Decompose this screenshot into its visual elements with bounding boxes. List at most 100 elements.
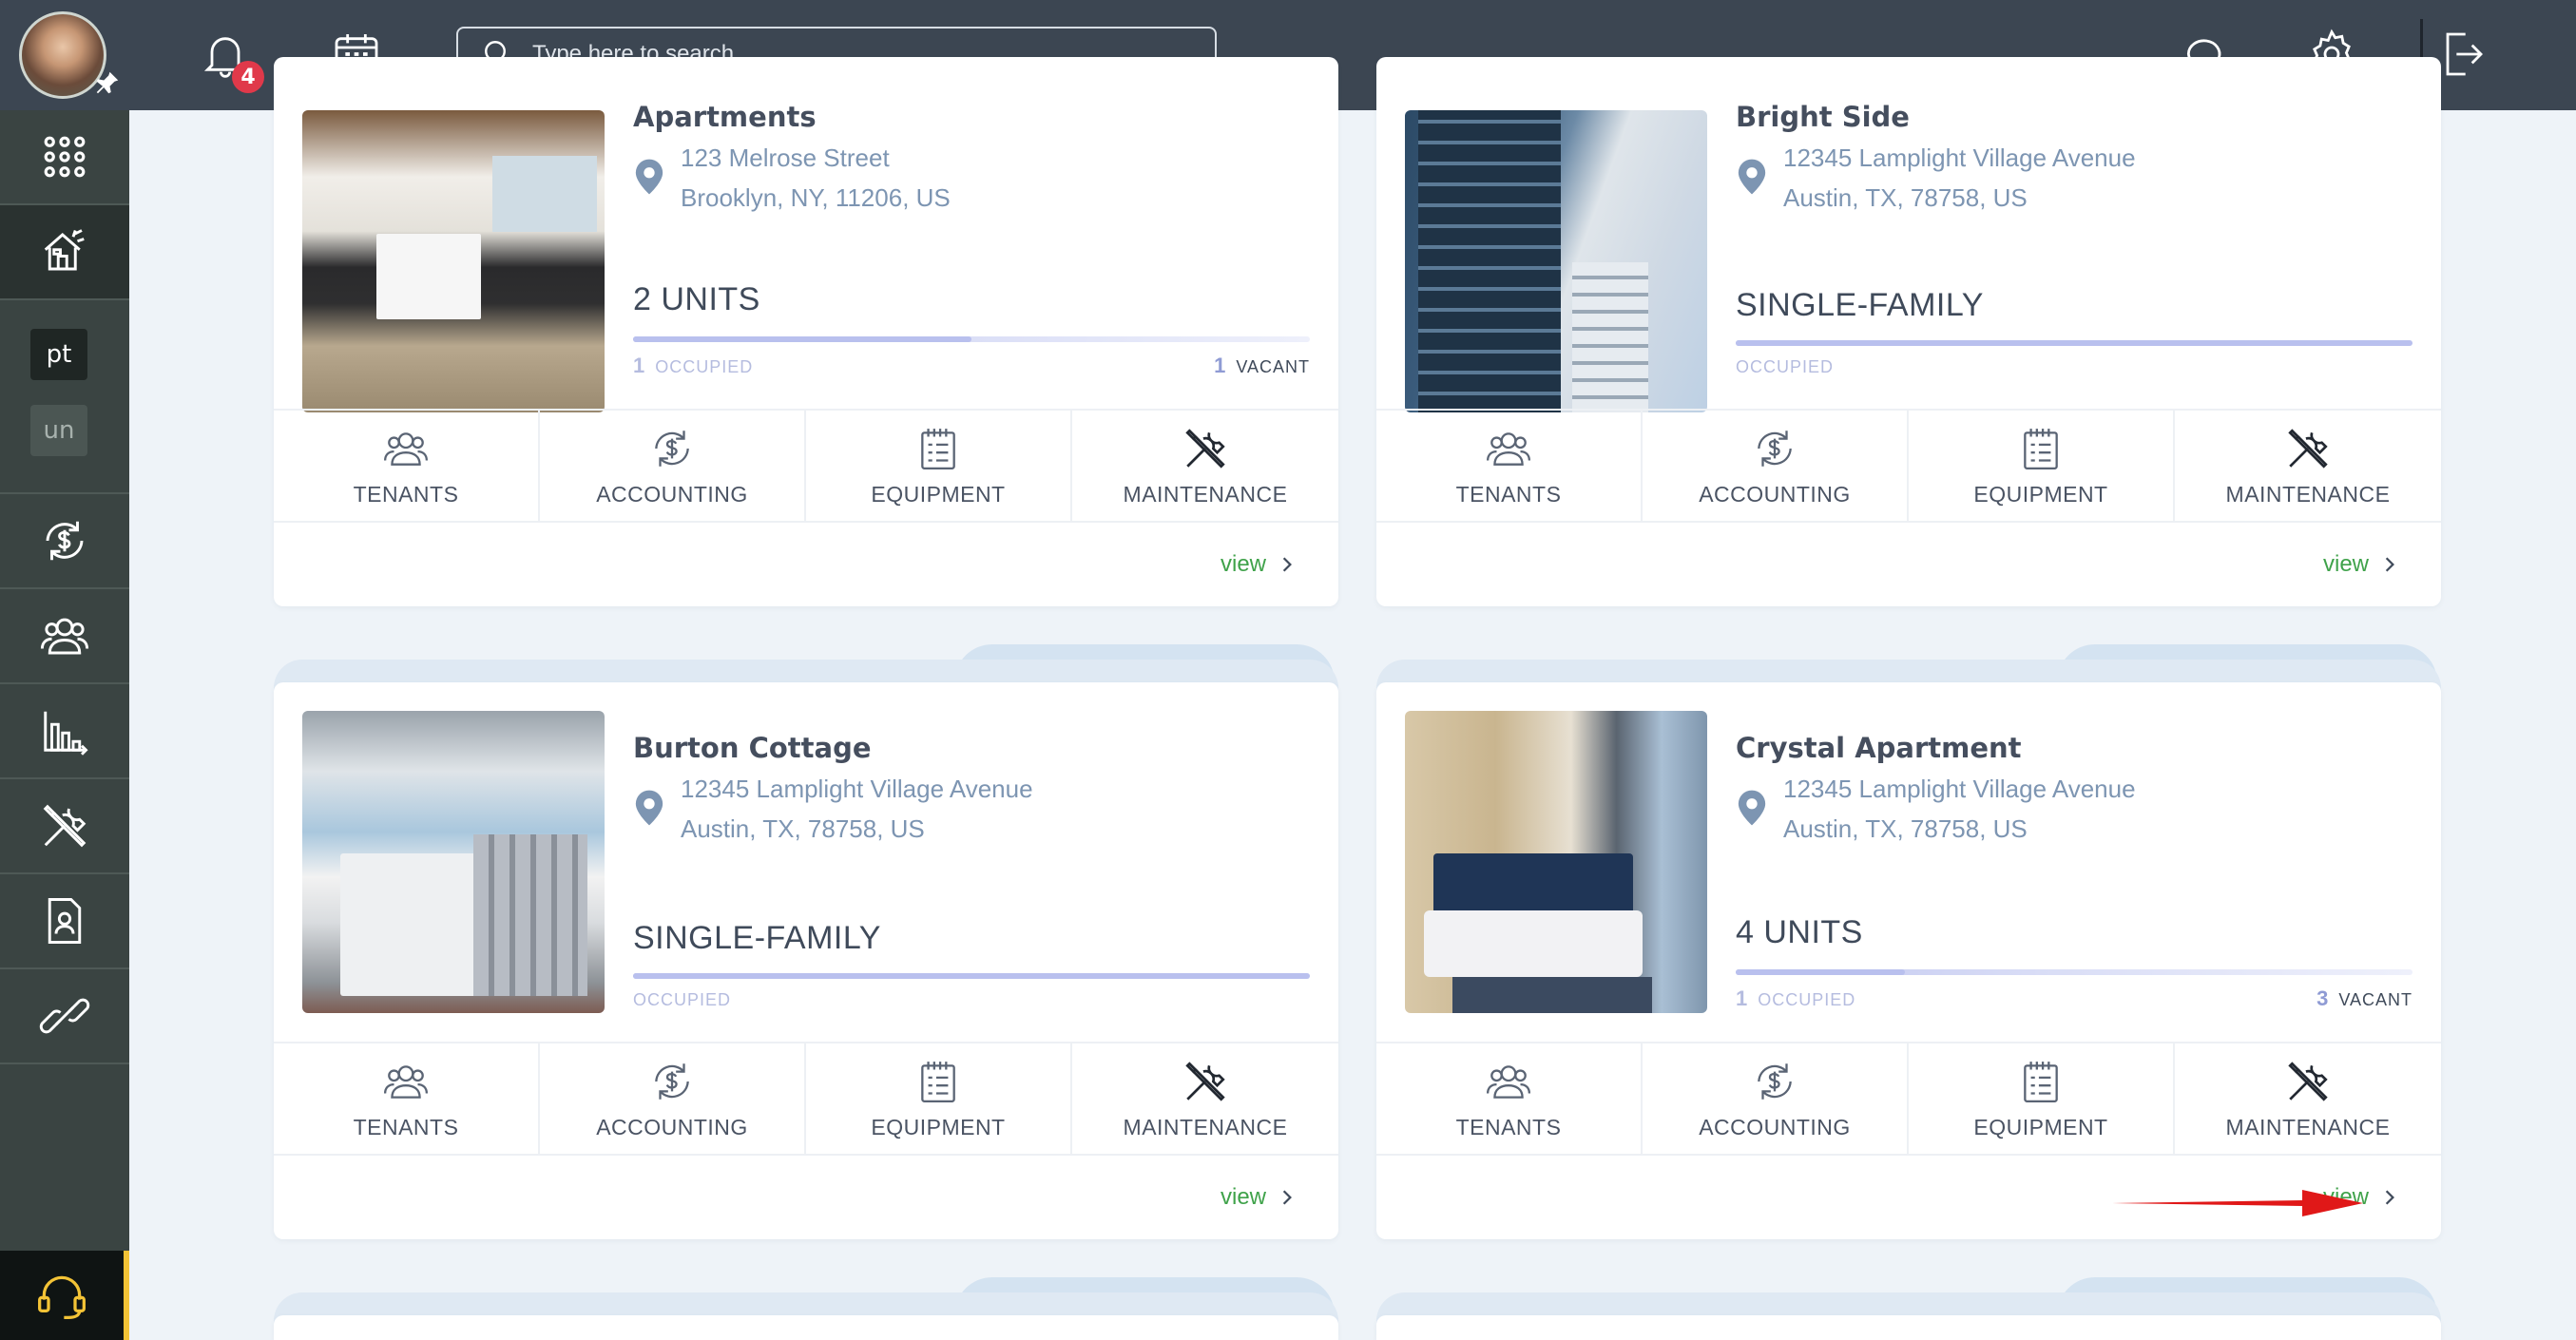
property-name[interactable]: Burton Cottage [633,732,872,764]
sidebar-item-properties[interactable] [0,205,129,300]
tools-icon [43,804,87,848]
tools-icon [2288,1061,2328,1101]
location-pin-icon [635,790,663,826]
accounting-action[interactable]: ACCOUNTING [540,1043,806,1154]
logout-icon [2446,32,2483,76]
view-link[interactable]: view [1221,551,1295,578]
grid-icon [44,136,86,178]
address-line2: Austin, TX, 78758, US [1783,814,2028,843]
address-line2: Austin, TX, 78758, US [681,814,925,843]
tenants-icon [383,431,429,466]
equipment-label: EQUIPMENT [871,1114,1006,1139]
tools-icon [1185,1061,1225,1101]
equipment-action[interactable]: EQUIPMENT [806,411,1072,521]
location-pin-icon [635,159,663,195]
location-pin-icon [1738,790,1766,826]
property-photo[interactable] [302,711,605,1013]
sidebar-item-reports[interactable] [0,684,129,779]
tenants-action[interactable]: TENANTS [274,411,540,521]
property-card: Burton Cottage 12345 Lamplight Village A… [274,682,1338,1239]
contact-document-icon [48,898,82,944]
view-label: view [2322,551,2369,577]
bar-chart-icon [44,711,88,756]
occupied-text: OCCUPIED [633,990,732,1009]
view-link[interactable]: view [1221,1184,1295,1211]
equipment-action[interactable]: EQUIPMENT [1909,1043,2175,1154]
pin-icon[interactable] [93,68,122,97]
tenants-icon [1486,431,1531,466]
vacant-text: VACANT [1236,357,1310,376]
address-line1: 123 Melrose Street [681,144,890,172]
address-line1: 12345 Lamplight Village Avenue [681,775,1033,803]
sidebar-item-documents[interactable] [0,874,129,969]
dollar-cycle-icon [655,1062,689,1100]
card-actions: TENANTS ACCOUNTING EQUIPMENT MAINTENANCE [1376,409,2441,523]
dollar-cycle-icon [655,430,689,467]
chevron-right-icon [1282,1190,1292,1205]
equipment-label: EQUIPMENT [871,481,1006,507]
occupancy-bar [1736,969,2413,975]
maintenance-action[interactable]: MAINTENANCE [2175,411,2441,521]
tenants-label: TENANTS [353,1114,459,1139]
occupied-count: 1 [633,354,646,377]
property-photo[interactable] [1405,711,1707,1013]
accounting-label: ACCOUNTING [596,481,748,507]
property-name[interactable]: Apartments [633,101,817,133]
maintenance-action[interactable]: MAINTENANCE [1072,1043,1338,1154]
card-actions: TENANTS ACCOUNTING EQUIPMENT MAINTENANCE [274,1042,1338,1156]
property-photo[interactable] [302,110,605,412]
occupied-text: OCCUPIED [1758,990,1856,1009]
occupied-label: 1 OCCUPIED [633,354,753,378]
unit-type: 4 UNITS [1736,914,1863,950]
chevron-right-icon [2385,557,2394,572]
occupancy-bar [1736,340,2413,346]
support-button[interactable] [0,1251,129,1340]
address-line1: 12345 Lamplight Village Avenue [1783,775,2136,803]
address-line1: 12345 Lamplight Village Avenue [1783,144,2136,172]
maintenance-action[interactable]: MAINTENANCE [1072,411,1338,521]
dollar-cycle-icon [46,521,84,561]
vacant-label: 1 VACANT [1214,354,1310,378]
vacant-text: VACANT [2338,990,2413,1009]
occupied-label: 1 OCCUPIED [1736,986,1855,1011]
sidebar-item-maintenance[interactable] [0,779,129,874]
accounting-label: ACCOUNTING [1699,481,1851,507]
checklist-icon [921,1061,955,1102]
property-name[interactable]: Bright Side [1736,101,1910,133]
notifications-button[interactable]: 4 [196,25,264,93]
profile-cell[interactable] [0,0,129,110]
sidebar-item-tenants[interactable] [0,589,129,684]
view-label: view [1220,1184,1266,1210]
notification-badge: 4 [232,61,264,93]
occupied-text: OCCUPIED [655,357,754,376]
chevron-right-icon [2385,1190,2394,1205]
checklist-icon [921,428,955,469]
accounting-action[interactable]: ACCOUNTING [1643,411,1909,521]
tenants-action[interactable]: TENANTS [1376,411,1643,521]
sidebar-chip-un[interactable]: un [30,405,87,456]
tenants-action[interactable]: TENANTS [1376,1043,1643,1154]
sidebar-item-links[interactable] [0,969,129,1064]
address-line2: Brooklyn, NY, 11206, US [681,183,951,212]
unit-type: SINGLE-FAMILY [1736,287,1984,323]
sidebar-item-accounting[interactable] [0,494,129,589]
tenants-icon [383,1064,429,1099]
equipment-label: EQUIPMENT [1973,481,2108,507]
property-card-partial [274,1315,1338,1340]
property-photo[interactable] [1405,110,1707,412]
accounting-action[interactable]: ACCOUNTING [1643,1043,1909,1154]
property-card: Bright Side 12345 Lamplight Village Aven… [1376,57,2441,606]
dollar-cycle-icon [1758,1062,1792,1100]
tenants-action[interactable]: TENANTS [274,1043,540,1154]
sidebar: pt un [0,0,129,1340]
view-link[interactable]: view [2323,551,2397,578]
equipment-action[interactable]: EQUIPMENT [1909,411,2175,521]
sidebar-item-apps[interactable] [0,110,129,205]
sidebar-chip-pt[interactable]: pt [30,329,87,380]
accounting-label: ACCOUNTING [596,1114,748,1139]
maintenance-label: MAINTENANCE [1123,1114,1288,1139]
maintenance-action[interactable]: MAINTENANCE [2175,1043,2441,1154]
accounting-action[interactable]: ACCOUNTING [540,411,806,521]
property-name[interactable]: Crystal Apartment [1736,732,2022,764]
equipment-action[interactable]: EQUIPMENT [806,1043,1072,1154]
